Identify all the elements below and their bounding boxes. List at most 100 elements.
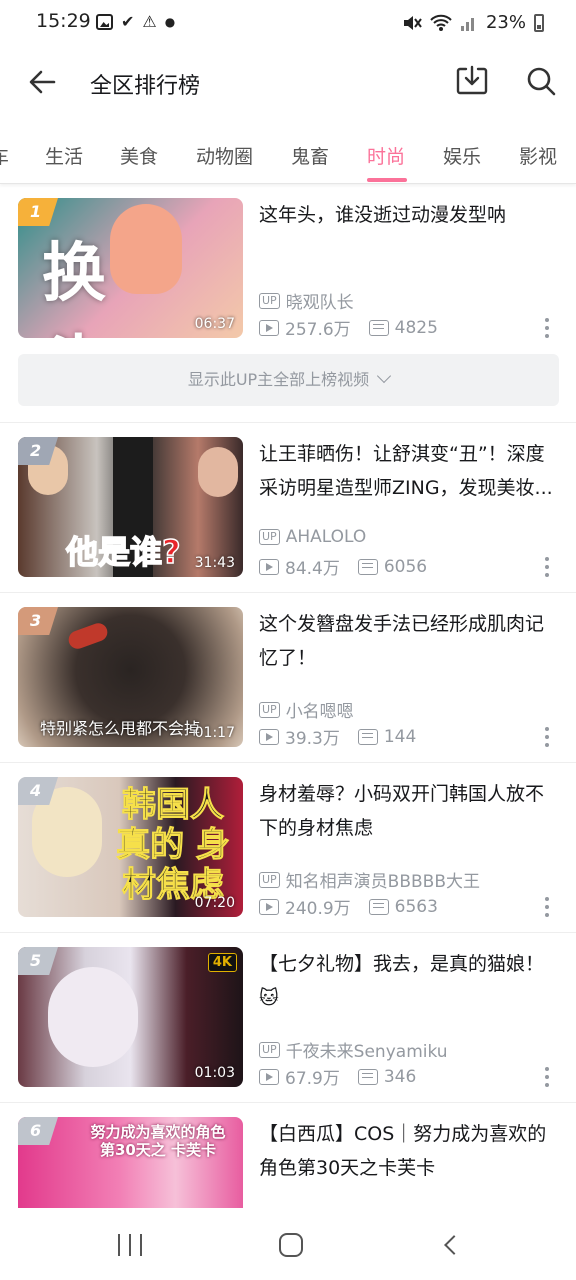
tab-life[interactable]: 生活 [45, 142, 83, 169]
show-all-uploader-videos-button[interactable]: 显示此UP主全部上榜视频 [18, 354, 559, 406]
play-count-icon [259, 319, 279, 336]
up-badge-icon: UP [259, 871, 280, 888]
top-bar: 全区排行榜 [0, 46, 576, 118]
video-thumbnail[interactable]: 努力成为喜欢的角色 第30天之 卡芙卡 6 [18, 1117, 243, 1208]
stats-row: 257.6万 4825 [259, 315, 456, 340]
home-icon[interactable] [279, 1233, 303, 1257]
danmaku-icon [368, 319, 389, 336]
more-options-icon[interactable] [544, 557, 550, 577]
more-options-icon[interactable] [544, 897, 550, 917]
more-options-icon[interactable] [544, 318, 550, 338]
danmaku-icon [357, 728, 378, 745]
more-options-icon[interactable] [544, 1067, 550, 1087]
uploader-name: 晓观队长 [285, 293, 354, 313]
thumbnail-text: 他是谁? [65, 532, 181, 572]
uploader-name: 小名嗯嗯 [285, 702, 354, 722]
thumbnail-text: 韩国人 真的 身材焦虑 [116, 785, 231, 906]
danmaku-icon [357, 558, 378, 575]
check-icon: ✔ [121, 12, 135, 31]
rank-badge: 3 [18, 607, 58, 635]
thumbnail-text: 特别紧怎么甩都不会掉 [40, 719, 201, 738]
status-notification-icons: ✔ ⚠ ● [96, 12, 175, 32]
view-count: 39.3万 [285, 729, 340, 749]
system-nav-bar [0, 1208, 576, 1280]
stats-row: 84.4万 6056 [259, 554, 445, 579]
uploader-row[interactable]: UP 晓观队长 [259, 288, 354, 313]
rank-badge: 5 [18, 947, 58, 975]
uploader-name: 知名相声演员BBBBB大王 [285, 872, 481, 892]
stats-row: 39.3万 144 [259, 724, 434, 749]
search-icon[interactable] [526, 66, 556, 96]
tab-film[interactable]: 影视 [519, 142, 557, 169]
play-count-icon [259, 1068, 279, 1085]
divider [0, 762, 576, 763]
divider [0, 1102, 576, 1103]
up-badge-icon: UP [259, 1041, 280, 1058]
thumbnail-text: 努力成为喜欢的角色 第30天之 卡芙卡 [90, 1123, 226, 1159]
tab-fashion[interactable]: 时尚 [367, 142, 405, 169]
tab-active-indicator [367, 178, 407, 182]
recent-apps-icon[interactable] [118, 1234, 142, 1256]
video-thumbnail[interactable]: 韩国人 真的 身材焦虑 4 07:20 [18, 777, 243, 917]
divider [0, 422, 576, 423]
thumbnail-figure [198, 447, 238, 497]
download-icon[interactable] [455, 64, 489, 96]
uploader-row[interactable]: UP 小名嗯嗯 [259, 697, 354, 722]
rank-badge: 6 [18, 1117, 58, 1145]
danmaku-count: 6056 [383, 556, 428, 577]
uploader-name: AHALOLO [285, 527, 367, 547]
battery-icon [534, 13, 544, 32]
view-count: 67.9万 [285, 1069, 340, 1089]
signal-icon [460, 17, 474, 31]
4k-badge: 4K [207, 953, 237, 972]
video-title[interactable]: 【七夕礼物】我去，是真的猫娘！🐱 [259, 947, 559, 1015]
video-title[interactable]: 这年头，谁没逝过动漫发型呐 [259, 198, 559, 232]
status-bar: 15:29 ✔ ⚠ ● 23% [0, 0, 576, 46]
danmaku-icon [368, 898, 389, 915]
view-count: 240.9万 [285, 899, 351, 919]
view-count: 84.4万 [285, 559, 340, 579]
up-badge-icon: UP [259, 529, 280, 545]
category-tabs: 车 生活 美食 动物圈 鬼畜 时尚 娱乐 影视 [0, 128, 576, 184]
video-duration: 06:37 [194, 316, 235, 332]
image-icon [96, 14, 113, 30]
wifi-icon [430, 14, 452, 31]
warning-icon: ⚠ [142, 12, 157, 31]
divider [0, 932, 576, 933]
tab-car[interactable]: 车 [0, 142, 9, 169]
stats-row: 240.9万 6563 [259, 894, 456, 919]
danmaku-count: 346 [383, 1066, 417, 1087]
video-title[interactable]: 【白西瓜】COS｜努力成为喜欢的角色第30天之卡芙卡 [259, 1117, 559, 1185]
danmaku-count: 144 [383, 726, 417, 747]
video-title[interactable]: 让王菲晒伤！让舒淇变“丑”！深度采访明星造型师ZING，发现美妆... [259, 437, 559, 505]
mute-icon [403, 15, 422, 30]
play-count-icon [259, 728, 279, 745]
tab-food[interactable]: 美食 [120, 142, 158, 169]
more-options-icon[interactable] [544, 727, 550, 747]
page-title: 全区排行榜 [90, 74, 201, 99]
danmaku-count: 6563 [394, 896, 438, 917]
battery-percent: 23% [485, 12, 526, 33]
danmaku-count: 4825 [394, 317, 438, 338]
video-thumbnail[interactable]: 4K 5 01:03 [18, 947, 243, 1087]
video-thumbnail[interactable]: 特别紧怎么甩都不会掉 3 01:17 [18, 607, 243, 747]
thumbnail-figure [48, 967, 138, 1067]
video-thumbnail[interactable]: 他是谁? 2 31:43 [18, 437, 243, 577]
up-badge-icon: UP [259, 701, 280, 718]
uploader-row[interactable]: UP 知名相声演员BBBBB大王 [259, 867, 480, 892]
uploader-row[interactable]: UP 千夜未来Senyamiku [259, 1037, 448, 1062]
back-arrow-icon[interactable] [26, 66, 58, 98]
divider [0, 592, 576, 593]
danmaku-icon [357, 1068, 378, 1085]
tab-entertainment[interactable]: 娱乐 [443, 142, 481, 169]
video-duration: 31:43 [194, 555, 235, 571]
tab-kichiku[interactable]: 鬼畜 [291, 142, 329, 169]
video-thumbnail[interactable]: 换 头 1 06:37 [18, 198, 243, 338]
video-title[interactable]: 这个发簪盘发手法已经形成肌肉记忆了！ [259, 607, 559, 675]
system-back-icon[interactable] [444, 1235, 464, 1255]
tab-animals[interactable]: 动物圈 [196, 142, 253, 169]
view-count: 257.6万 [285, 320, 351, 340]
status-system-icons: 23% [402, 12, 544, 33]
video-title[interactable]: 身材羞辱？小码双开门韩国人放不下的身材焦虑 [259, 777, 559, 845]
uploader-row[interactable]: UP AHALOLO [259, 527, 366, 547]
